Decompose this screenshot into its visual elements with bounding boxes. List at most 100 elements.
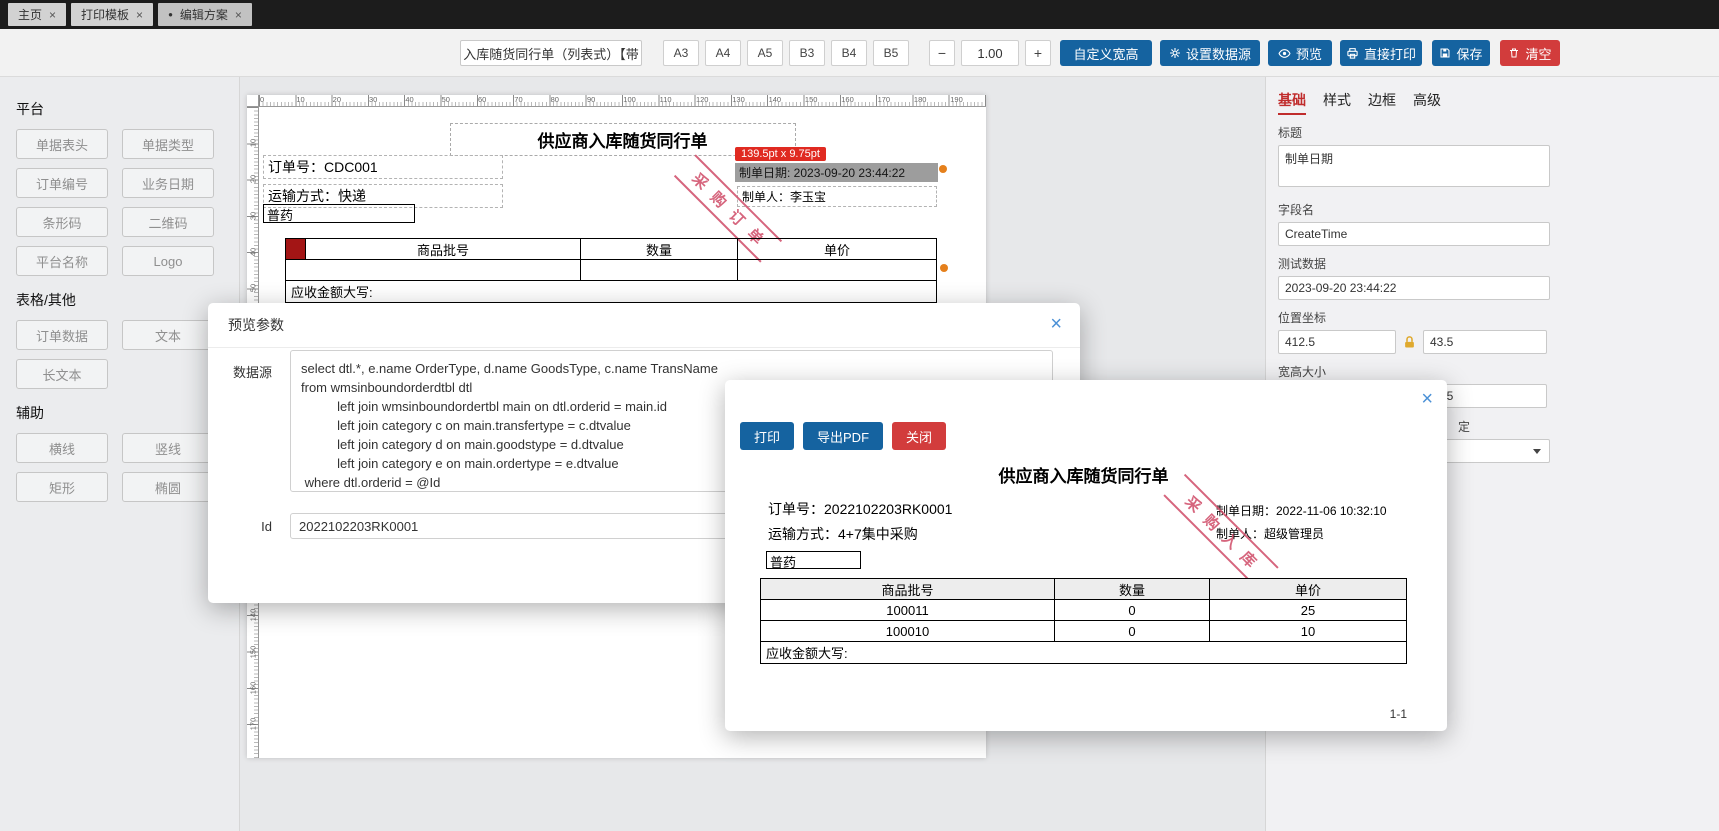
id-param-input[interactable] (290, 513, 730, 539)
position-x-input[interactable] (1278, 330, 1396, 354)
title-input[interactable]: 制单日期 (1278, 145, 1550, 187)
component-button[interactable]: 文本 (122, 320, 214, 350)
preview-drug-type-box: 普药 (766, 551, 861, 570)
window-tab-print-template[interactable]: 打印模板 × (71, 3, 154, 26)
print-button[interactable]: 打印 (740, 422, 795, 450)
table-footer-row: 应收金额大写: (761, 642, 1406, 663)
component-button[interactable]: 条形码 (16, 207, 108, 237)
trash-icon (1508, 47, 1520, 59)
tab-close-icon[interactable]: × (136, 9, 143, 21)
paper-size-button[interactable]: A3 (663, 40, 699, 66)
component-button[interactable]: 单据类型 (122, 129, 214, 159)
table-footer-row: 应收金额大写: (286, 281, 936, 302)
tab-label: 编辑方案 (179, 8, 228, 22)
table-cell (581, 260, 738, 280)
component-button[interactable]: 横线 (16, 433, 108, 463)
resize-handle-dot[interactable] (939, 165, 947, 173)
window-tab-edit-scheme[interactable]: ● 编辑方案 × (158, 3, 252, 26)
table-cell (738, 260, 936, 280)
ruler-number: 140 (768, 95, 782, 104)
table-cell: 0 (1055, 600, 1210, 620)
zoom-value-input[interactable] (961, 40, 1019, 66)
clear-button[interactable]: 清空 (1500, 40, 1560, 66)
group-title: 平台 (16, 101, 44, 117)
ruler-number: 30 (368, 95, 378, 104)
test-data-input[interactable] (1278, 276, 1550, 300)
canvas-detail-table[interactable]: 商品批号 数量 单价 应收金额大写: (285, 238, 937, 303)
component-button[interactable]: 平台名称 (16, 246, 108, 276)
component-button[interactable]: 长文本 (16, 359, 108, 389)
paper-size-button[interactable]: A5 (747, 40, 783, 66)
size-tooltip: 139.5pt x 9.75pt (735, 147, 826, 161)
close-preview-button[interactable]: 关闭 (892, 422, 947, 450)
component-button[interactable]: Logo (122, 246, 214, 276)
table-cell: 0 (1055, 621, 1210, 641)
paper-size-button[interactable]: B4 (831, 40, 867, 66)
close-icon[interactable]: × (1421, 389, 1433, 409)
paper-size-button[interactable]: A4 (705, 40, 741, 66)
canvas-drug-type-box[interactable]: 普药 (263, 204, 415, 223)
red-marker-cell[interactable] (286, 239, 306, 259)
window-tab-bar: 主页 × 打印模板 × ● 编辑方案 × (0, 0, 1719, 29)
field-name-label: 字段名 (1278, 203, 1315, 217)
window-tab-home[interactable]: 主页 × (8, 3, 67, 26)
component-button[interactable]: 二维码 (122, 207, 214, 237)
horizontal-ruler: 0 10 20 30 40 50 60 70 80 90 100 110 120 130 140 150 160… (259, 95, 986, 107)
group-title: 表格/其他 (16, 292, 76, 308)
export-pdf-button[interactable]: 导出PDF (803, 422, 884, 450)
save-button[interactable]: 保存 (1432, 40, 1490, 66)
eye-icon (1278, 47, 1291, 60)
ruler-number: 10 (248, 138, 258, 148)
tab-close-icon[interactable]: × (235, 9, 242, 21)
paper-size-button[interactable]: B3 (789, 40, 825, 66)
id-label: Id (261, 519, 272, 534)
lock-icon[interactable] (1402, 335, 1417, 350)
preview-create-date: 制单日期：2022-11-06 10:32:10 (1216, 504, 1387, 518)
table-header-cell: 数量 (1055, 579, 1210, 599)
title-label: 标题 (1278, 126, 1303, 140)
close-icon[interactable]: × (1050, 314, 1062, 334)
component-button[interactable]: 单据表头 (16, 129, 108, 159)
template-name-box[interactable]: 入库随货同行单（列表式）【带 (460, 40, 642, 66)
component-button[interactable]: 矩形 (16, 472, 108, 502)
field-name-input[interactable] (1278, 222, 1550, 246)
preview-button[interactable]: 预览 (1268, 40, 1332, 66)
canvas-order-no-field[interactable]: 订单号：CDC001 (263, 155, 503, 179)
preview-order-no: 订单号：2022102203RK0001 (768, 501, 953, 517)
component-button[interactable]: 椭圆 (122, 472, 214, 502)
ruler-number: 90 (586, 95, 596, 104)
modal-title: 预览参数 (208, 303, 1080, 348)
component-group-platform: 平台 单据表头 单据类型 订单编号 业务日期 条形码 二维码 平台名称 Logo (16, 99, 223, 276)
ruler-number: 80 (550, 95, 559, 104)
component-button[interactable]: 竖线 (122, 433, 214, 463)
custom-size-button[interactable]: 自定义宽高 (1060, 40, 1152, 66)
ruler-number: 150 (804, 95, 818, 104)
floppy-icon (1439, 47, 1451, 59)
canvas-create-person-field[interactable]: 制单人：李玉宝 (737, 186, 937, 207)
tab-label: 主页 (18, 8, 43, 22)
direct-print-button[interactable]: 直接打印 (1340, 40, 1422, 66)
component-button[interactable]: 订单数据 (16, 320, 108, 350)
paper-size-button[interactable]: B5 (873, 40, 909, 66)
tab-border[interactable]: 边框 (1368, 90, 1396, 115)
resize-handle-dot[interactable] (940, 264, 948, 272)
tab-advanced[interactable]: 高级 (1413, 90, 1441, 115)
set-datasource-button[interactable]: 设置数据源 (1160, 40, 1260, 66)
component-group-table-other: 表格/其他 订单数据 文本 长文本 (16, 290, 223, 389)
component-button[interactable]: 订单编号 (16, 168, 108, 198)
position-y-input[interactable] (1423, 330, 1547, 354)
table-header-cell: 商品批号 (306, 239, 581, 259)
size-label: 宽高大小 (1278, 365, 1327, 379)
tab-style[interactable]: 样式 (1323, 90, 1351, 115)
table-row: 100010 0 10 (761, 621, 1406, 642)
zoom-in-button[interactable]: + (1025, 40, 1051, 66)
table-header-row: 商品批号 数量 单价 (286, 239, 936, 260)
ruler-number: 40 (405, 95, 414, 104)
tab-close-icon[interactable]: × (49, 9, 56, 21)
page-number: 1-1 (1389, 707, 1407, 721)
zoom-out-button[interactable]: − (929, 40, 955, 66)
tab-basic[interactable]: 基础 (1278, 90, 1306, 115)
component-button[interactable]: 业务日期 (122, 168, 214, 198)
canvas-create-date-field-selected[interactable]: 制单日期: 2023-09-20 23:44:22 (735, 163, 938, 182)
ruler-number: 180 (913, 95, 927, 104)
